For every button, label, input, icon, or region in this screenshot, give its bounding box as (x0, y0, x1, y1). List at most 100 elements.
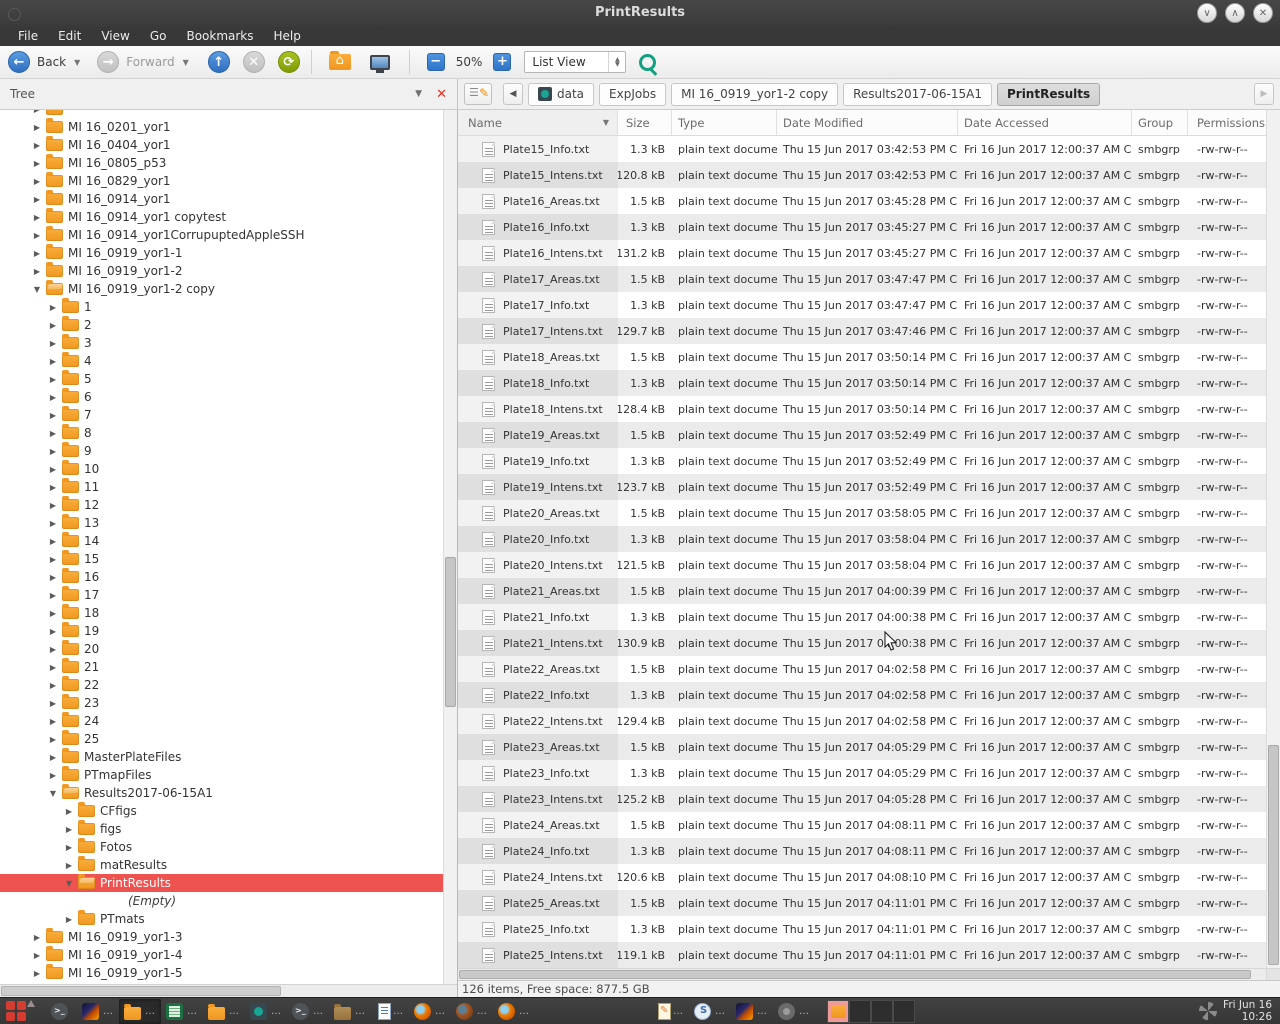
path-segment-button[interactable]: data (528, 83, 594, 106)
taskbar-window-button[interactable]: … (731, 999, 773, 1024)
tree-item[interactable]: 15 (0, 550, 443, 568)
taskbar-window-button[interactable]: … (773, 999, 815, 1024)
column-header-date-accessed[interactable]: Date Accessed (958, 110, 1132, 135)
menu-item[interactable]: File (8, 27, 48, 46)
expander-icon[interactable] (47, 465, 59, 474)
file-row[interactable]: Plate17_Intens.txt 129.7 kB plain text d… (458, 318, 1266, 344)
expander-icon[interactable] (47, 645, 59, 654)
expander-icon[interactable] (47, 627, 59, 636)
expander-icon[interactable] (47, 735, 59, 744)
expander-icon[interactable] (31, 177, 43, 186)
taskbar-window-button[interactable]: … (245, 999, 287, 1024)
tree-item[interactable]: MI 16_0914_yor1 copytest (0, 208, 443, 226)
expander-icon[interactable] (47, 339, 59, 348)
view-mode-select[interactable]: List View ▲▼ (524, 51, 626, 73)
tree-item[interactable]: MasterPlateFiles (0, 748, 443, 766)
expander-icon[interactable] (47, 375, 59, 384)
list-horizontal-scrollbar[interactable] (458, 968, 1266, 980)
scrollbar-thumb[interactable] (445, 557, 456, 707)
tree-item[interactable]: 19 (0, 622, 443, 640)
file-row[interactable]: Plate17_Areas.txt 1.5 kB plain text docu… (458, 266, 1266, 292)
back-icon[interactable]: ← (8, 51, 30, 73)
expander-icon[interactable] (31, 213, 43, 222)
path-scroll-right-button[interactable]: ▶ (1254, 83, 1274, 105)
expander-icon[interactable] (31, 195, 43, 204)
file-row[interactable]: Plate23_Intens.txt 125.2 kB plain text d… (458, 786, 1266, 812)
scrollbar-thumb[interactable] (1, 986, 281, 996)
tree-item[interactable]: MI 16_0919_yor1-1 (0, 244, 443, 262)
taskbar-window-button[interactable]: … (651, 999, 689, 1024)
forward-button[interactable]: Forward (126, 55, 174, 69)
tree-item[interactable]: CFfigs (0, 802, 443, 820)
file-row[interactable]: Plate21_Areas.txt 1.5 kB plain text docu… (458, 578, 1266, 604)
minimize-button[interactable]: ∨ (1197, 3, 1217, 23)
expander-icon[interactable] (31, 933, 43, 942)
tree-item[interactable]: 23 (0, 694, 443, 712)
tree-item[interactable]: 9 (0, 442, 443, 460)
file-row[interactable]: Plate23_Areas.txt 1.5 kB plain text docu… (458, 734, 1266, 760)
expander-icon[interactable] (31, 141, 43, 150)
back-dropdown-icon[interactable]: ▼ (74, 58, 80, 67)
expander-icon[interactable] (47, 321, 59, 330)
expander-icon[interactable] (47, 411, 59, 420)
tree-item[interactable]: MI 16_0919_yor1-5 (0, 964, 443, 982)
expander-icon[interactable] (31, 951, 43, 960)
tree-item[interactable]: 5 (0, 370, 443, 388)
file-row[interactable]: Plate19_Intens.txt 123.7 kB plain text d… (458, 474, 1266, 500)
tree-item[interactable]: Fotos (0, 838, 443, 856)
expander-icon[interactable] (31, 159, 43, 168)
zoom-out-button[interactable]: − (427, 53, 445, 71)
column-header-permissions[interactable]: Permissions (1188, 110, 1266, 135)
taskbar-window-button[interactable]: … (77, 999, 119, 1024)
sidebar-close-icon[interactable]: ✕ (436, 87, 447, 102)
tree-item[interactable]: PrintResults (0, 874, 443, 892)
expander-icon[interactable] (47, 303, 59, 312)
file-row[interactable]: Plate18_Info.txt 1.3 kB plain text docum… (458, 370, 1266, 396)
file-row[interactable]: Plate25_Info.txt 1.3 kB plain text docum… (458, 916, 1266, 942)
stop-button[interactable]: ✕ (243, 51, 265, 73)
expander-icon[interactable] (47, 537, 59, 546)
file-row[interactable]: Plate22_Intens.txt 129.4 kB plain text d… (458, 708, 1266, 734)
tree-item[interactable]: 4 (0, 352, 443, 370)
file-row[interactable]: Plate16_Info.txt 1.3 kB plain text docum… (458, 214, 1266, 240)
expander-icon[interactable] (47, 501, 59, 510)
file-row[interactable]: Plate20_Info.txt 1.3 kB plain text docum… (458, 526, 1266, 552)
expander-icon[interactable] (47, 393, 59, 402)
tree-item[interactable]: 10 (0, 460, 443, 478)
file-row[interactable]: Plate16_Intens.txt 131.2 kB plain text d… (458, 240, 1266, 266)
menu-item[interactable]: Go (140, 27, 177, 46)
tree-item[interactable]: 21 (0, 658, 443, 676)
workspace-cell[interactable] (871, 1000, 893, 1023)
taskbar-window-button[interactable]: … (287, 999, 329, 1024)
expander-icon[interactable] (63, 843, 75, 852)
expander-icon[interactable] (47, 789, 59, 798)
menu-item[interactable]: Bookmarks (176, 27, 263, 46)
tree-item[interactable]: 20 (0, 640, 443, 658)
tree-item[interactable]: 24 (0, 712, 443, 730)
sidebar-dropdown-icon[interactable]: ▼ (415, 89, 422, 99)
file-row[interactable]: Plate20_Areas.txt 1.5 kB plain text docu… (458, 500, 1266, 526)
tree-item[interactable]: 17 (0, 586, 443, 604)
file-row[interactable]: Plate16_Areas.txt 1.5 kB plain text docu… (458, 188, 1266, 214)
workspace-cell[interactable] (893, 1000, 915, 1023)
home-button[interactable] (329, 54, 351, 70)
expander-icon[interactable] (47, 483, 59, 492)
file-row[interactable]: Plate25_Areas.txt 1.5 kB plain text docu… (458, 890, 1266, 916)
tree-item[interactable]: MI 16_0914_yor1CorrupuptedAppleSSH (0, 226, 443, 244)
taskbar-window-button[interactable]: … (119, 999, 161, 1024)
file-row[interactable]: Plate21_Info.txt 1.3 kB plain text docum… (458, 604, 1266, 630)
tree-item[interactable]: MI 16_0919_yor1-2 (0, 262, 443, 280)
scrollbar-thumb[interactable] (1268, 745, 1279, 965)
tree-item[interactable]: figs (0, 820, 443, 838)
tree-item[interactable]: 18 (0, 604, 443, 622)
file-row[interactable]: Plate25_Intens.txt 119.1 kB plain text d… (458, 942, 1266, 968)
tree-item[interactable]: 22 (0, 676, 443, 694)
expander-icon[interactable] (47, 717, 59, 726)
path-segment-button[interactable]: MI 16_0919_yor1-2 copy (671, 83, 838, 106)
tree-item[interactable]: MI 16_0829_yor1 (0, 172, 443, 190)
taskbar-window-button[interactable]: … (371, 999, 409, 1024)
spinner-arrows-icon[interactable]: ▲▼ (608, 52, 625, 72)
tree-item[interactable]: 14 (0, 532, 443, 550)
file-row[interactable]: Plate22_Areas.txt 1.5 kB plain text docu… (458, 656, 1266, 682)
tree-horizontal-scrollbar[interactable] (0, 984, 457, 997)
